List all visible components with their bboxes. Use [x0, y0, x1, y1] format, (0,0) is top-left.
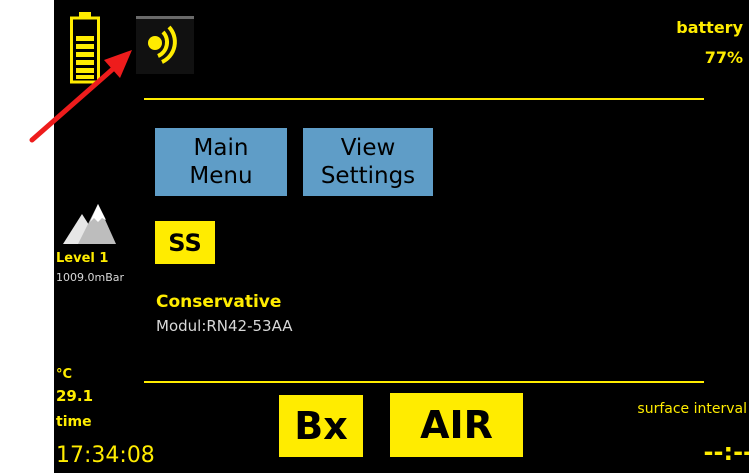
module-id: Modul:RN42-53AA	[156, 317, 293, 335]
mountain-icon	[63, 204, 116, 244]
main-menu-label-line2: Menu	[189, 163, 253, 189]
temperature-unit: °C	[56, 367, 73, 382]
dive-computer-screen: battery 77% Main Menu View Settings Leve…	[54, 0, 749, 473]
divider-top	[144, 98, 704, 100]
main-menu-label-line1: Main	[193, 135, 249, 161]
time-value: 17:34:08	[56, 443, 155, 468]
temperature-value: 29.1	[56, 387, 94, 405]
conservatism-setting: Conservative	[156, 292, 282, 312]
ss-mode-badge: SS	[155, 221, 215, 264]
gas-air-indicator: AIR	[390, 393, 523, 457]
view-settings-button[interactable]: View Settings	[303, 128, 433, 196]
battery-label: battery	[676, 18, 743, 37]
gas-bx-indicator: Bx	[279, 395, 363, 457]
bluetooth-signal-icon	[136, 16, 194, 74]
view-settings-label-line1: View	[340, 135, 396, 161]
pressure-value: 1009.0mBar	[56, 271, 125, 284]
divider-bottom	[144, 381, 704, 383]
view-settings-label-line2: Settings	[320, 163, 416, 189]
altitude-level: Level 1	[56, 251, 109, 266]
battery-icon	[70, 12, 100, 84]
surface-interval-value: --:--	[703, 438, 749, 466]
surface-interval-label: surface interval	[637, 401, 747, 417]
battery-percent: 77%	[704, 48, 743, 67]
time-label: time	[56, 414, 92, 430]
main-menu-button[interactable]: Main Menu	[155, 128, 287, 196]
